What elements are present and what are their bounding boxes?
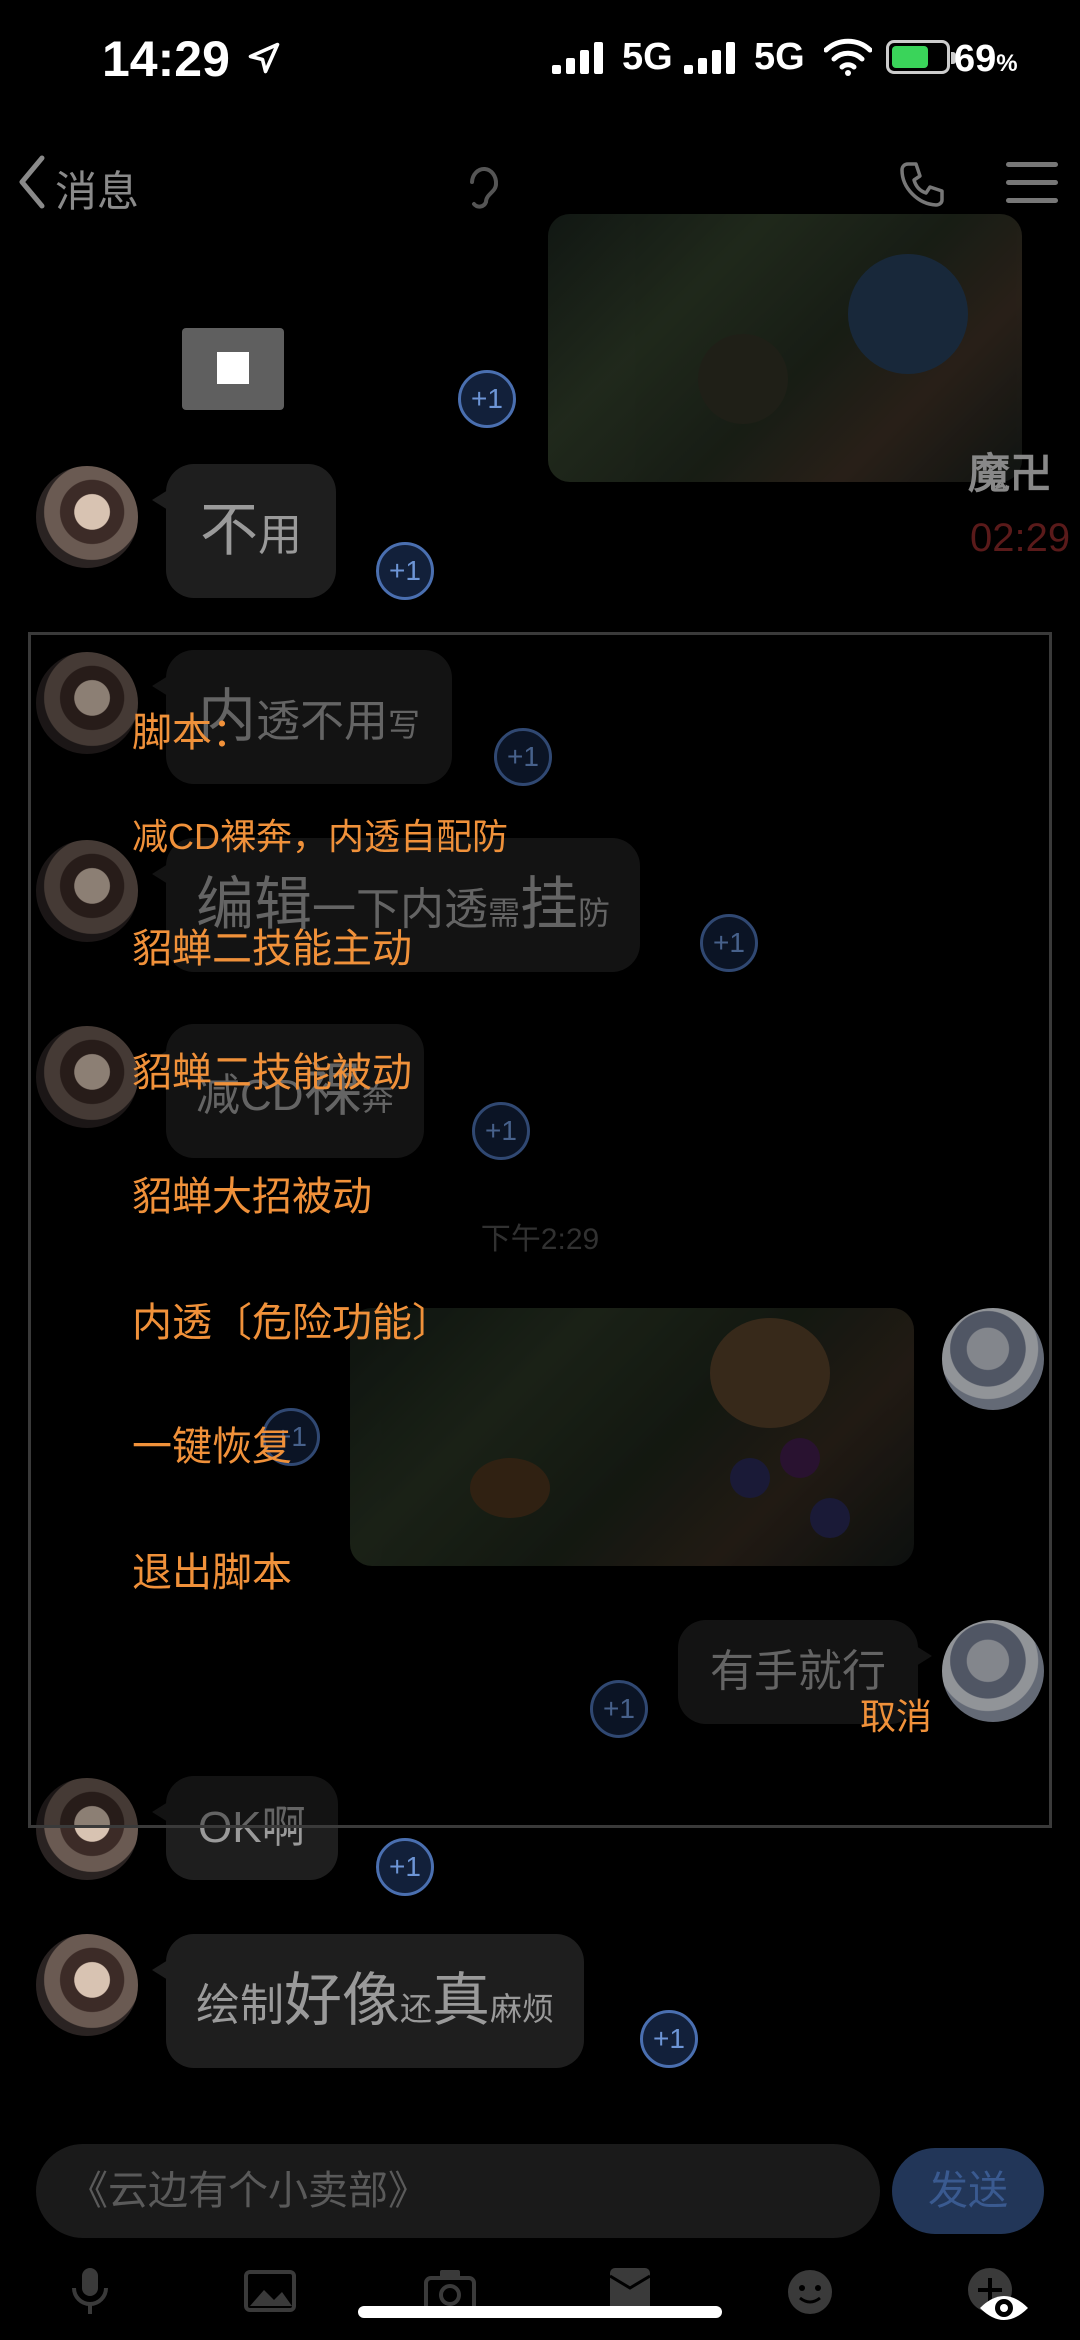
overlay-item[interactable]: 内透〔危险功能〕 <box>132 1290 452 1348</box>
menu-icon[interactable] <box>1006 160 1058 206</box>
message-bubble[interactable]: 不用 <box>152 464 337 598</box>
overlay-cancel-button[interactable]: 取消 <box>860 1688 932 1740</box>
plus-one-button[interactable]: +1 <box>458 370 516 428</box>
overlay-item[interactable]: 貂蝉大招被动 <box>132 1164 372 1222</box>
location-arrow-icon <box>248 42 280 74</box>
network-type-2: 5G <box>754 36 805 78</box>
back-button-label[interactable]: 消息 <box>55 158 139 219</box>
eye-icon[interactable] <box>978 2290 1030 2326</box>
plus-one-button[interactable]: +1 <box>376 1838 434 1896</box>
back-chevron-icon[interactable] <box>14 152 48 212</box>
home-indicator[interactable] <box>358 2306 722 2318</box>
battery-percent: 69% <box>954 38 1018 80</box>
phone-call-icon[interactable] <box>898 160 946 208</box>
ear-mode-icon[interactable] <box>462 162 506 212</box>
signal-bars-icon <box>684 42 738 74</box>
overlay-item[interactable]: 貂蝉二技能被动 <box>132 1040 412 1098</box>
overlay-item[interactable]: 退出脚本 <box>132 1540 292 1598</box>
status-time: 14:29 <box>102 31 230 87</box>
send-button[interactable]: 发送 <box>892 2148 1044 2234</box>
plus-one-button[interactable]: +1 <box>640 2010 698 2068</box>
overlay-item[interactable]: 一键恢复 <box>132 1414 292 1472</box>
battery-icon <box>886 40 956 74</box>
overlay-item[interactable]: 貂蝉二技能主动 <box>132 916 412 974</box>
message-input[interactable]: 《云边有个小卖部》 <box>36 2144 880 2238</box>
avatar[interactable] <box>36 1934 138 2036</box>
message-bubble[interactable]: 绘制好像还真麻烦 <box>152 1934 585 2068</box>
plus-one-button[interactable]: +1 <box>376 542 434 600</box>
avatar[interactable] <box>36 466 138 568</box>
stop-button[interactable] <box>182 328 284 410</box>
network-type-1: 5G <box>622 36 673 78</box>
emoji-icon[interactable] <box>782 2262 838 2318</box>
game-screenshot-preview[interactable] <box>548 214 1022 482</box>
signal-bars-icon <box>552 42 606 74</box>
mic-icon[interactable] <box>62 2262 118 2318</box>
overlay-title: 脚本： <box>132 711 252 755</box>
image-icon[interactable] <box>242 2262 298 2318</box>
wifi-icon <box>824 38 872 76</box>
overlay-item[interactable]: 减CD裸奔，内透自配防 <box>132 808 508 860</box>
overlay-side-name: 魔卍 <box>968 450 1053 497</box>
overlay-side-timer: 02:29 <box>970 516 1071 560</box>
